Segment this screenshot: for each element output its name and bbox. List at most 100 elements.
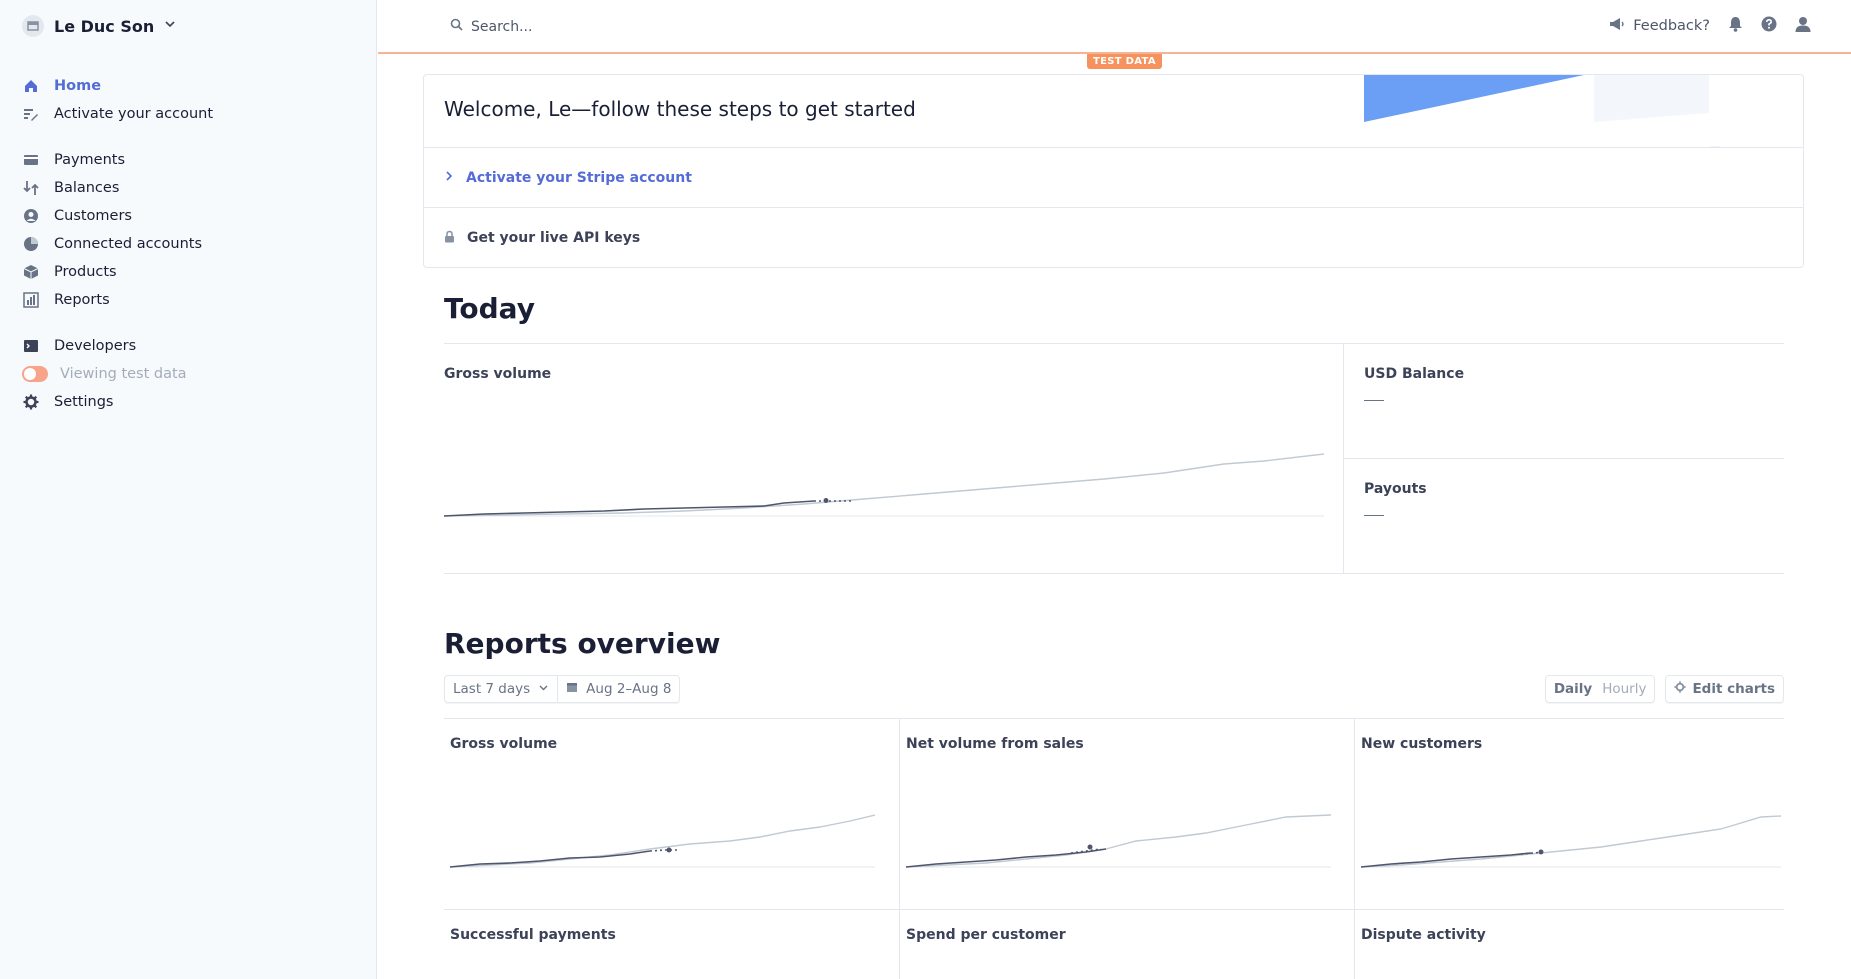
chevron-down-icon xyxy=(538,681,549,697)
reports-heading: Reports overview xyxy=(444,627,721,660)
gross-volume-label: Gross volume xyxy=(444,366,552,382)
step-activate-account[interactable]: Activate your Stripe account xyxy=(424,148,1803,208)
account-switcher[interactable]: Le Duc Son xyxy=(22,14,176,38)
balances-icon xyxy=(22,179,40,197)
gross-volume-panel[interactable]: Gross volume xyxy=(444,344,1344,573)
sidebar-item-reports[interactable]: Reports xyxy=(22,286,352,314)
sidebar-item-test-data-toggle[interactable]: Viewing test data xyxy=(22,360,352,388)
step-api-keys[interactable]: Get your live API keys xyxy=(424,208,1803,267)
report-card-new-customers[interactable]: New customers xyxy=(1355,719,1784,910)
search-icon xyxy=(450,18,463,35)
account-name: Le Duc Son xyxy=(54,16,155,36)
gear-icon xyxy=(1674,681,1687,697)
payouts-label: Payouts xyxy=(1364,481,1427,497)
sidebar-item-connected-accounts[interactable]: Connected accounts xyxy=(22,230,352,258)
report-card-net-volume[interactable]: Net volume from sales xyxy=(900,719,1355,910)
step-label: Get your live API keys xyxy=(467,230,641,246)
calendar-icon xyxy=(566,681,578,697)
sidebar-item-customers[interactable]: Customers xyxy=(22,202,352,230)
report-card-title: Gross volume xyxy=(450,736,558,752)
date-range-label: Aug 2–Aug 8 xyxy=(586,681,672,697)
daily-option[interactable]: Daily xyxy=(1554,681,1592,697)
report-sparkline xyxy=(906,814,1331,868)
date-range-picker[interactable]: Aug 2–Aug 8 xyxy=(557,676,679,702)
report-card-gross-volume[interactable]: Gross volume xyxy=(444,719,900,910)
sidebar-item-payments[interactable]: Payments xyxy=(22,146,352,174)
today-heading: Today xyxy=(444,292,535,325)
connected-accounts-icon xyxy=(22,235,40,253)
sidebar-item-label: Settings xyxy=(54,394,114,410)
date-filters: Last 7 days Aug 2–Aug 8 xyxy=(444,675,681,703)
help-icon[interactable] xyxy=(1761,16,1777,36)
sidebar-item-label: Home xyxy=(54,78,102,94)
usd-balance-label: USD Balance xyxy=(1364,366,1465,382)
chevron-down-icon xyxy=(164,18,176,34)
edit-charts-button[interactable]: Edit charts xyxy=(1665,675,1784,703)
edit-charts-label: Edit charts xyxy=(1692,681,1775,697)
report-card-dispute-activity[interactable]: Dispute activity xyxy=(1355,910,1784,979)
today-section: Gross volume USD Balance Payouts xyxy=(444,343,1784,574)
sidebar-item-label: Reports xyxy=(54,292,110,308)
sidebar-item-label: Connected accounts xyxy=(54,236,203,252)
sidebar-item-developers[interactable]: Developers xyxy=(22,332,352,360)
range-select[interactable]: Last 7 days xyxy=(445,676,557,702)
reports-icon xyxy=(22,291,40,309)
products-icon xyxy=(22,263,40,281)
search-placeholder: Search... xyxy=(471,18,533,35)
report-card-spend-per-customer[interactable]: Spend per customer xyxy=(900,910,1355,979)
customers-icon xyxy=(22,207,40,225)
welcome-title: Welcome, Le—follow these steps to get st… xyxy=(444,97,916,121)
sidebar-item-activate-account[interactable]: Activate your account xyxy=(22,100,352,128)
chevron-right-icon xyxy=(444,170,454,186)
report-sparkline xyxy=(450,814,875,868)
sidebar-item-products[interactable]: Products xyxy=(22,258,352,286)
report-sparkline xyxy=(1361,815,1781,868)
report-card-title: Spend per customer xyxy=(906,927,1066,943)
sidebar-item-label: Viewing test data xyxy=(60,366,187,382)
sidebar-item-label: Customers xyxy=(54,208,132,224)
home-icon xyxy=(22,77,40,95)
sidebar-item-label: Activate your account xyxy=(54,106,214,122)
hourly-option[interactable]: Hourly xyxy=(1602,681,1646,697)
gross-volume-sparkline xyxy=(444,453,1324,517)
lock-icon xyxy=(444,230,455,247)
reports-grid: Gross volume Net volume from sales New c… xyxy=(444,718,1784,979)
store-icon xyxy=(22,15,44,37)
sidebar-item-balances[interactable]: Balances xyxy=(22,174,352,202)
report-card-successful-payments[interactable]: Successful payments xyxy=(444,910,900,979)
bell-icon[interactable] xyxy=(1728,16,1743,36)
gear-icon xyxy=(22,393,40,411)
sidebar-item-label: Developers xyxy=(54,338,137,354)
topbar: Search... Feedback? xyxy=(378,0,1851,54)
step-label: Activate your Stripe account xyxy=(466,169,692,186)
payouts-panel[interactable]: Payouts xyxy=(1344,459,1784,574)
payouts-value-empty xyxy=(1364,515,1384,516)
report-card-title: Successful payments xyxy=(450,927,616,943)
usd-balance-value-empty xyxy=(1364,400,1384,401)
sidebar-nav: Home Activate your account Payments Bala… xyxy=(22,72,352,416)
edit-list-icon xyxy=(22,105,40,123)
feedback-button[interactable]: Feedback? xyxy=(1609,17,1710,35)
test-data-badge: TEST DATA xyxy=(1087,54,1162,69)
user-icon[interactable] xyxy=(1795,16,1811,36)
report-card-title: Dispute activity xyxy=(1361,927,1486,943)
interval-toggle: Daily Hourly xyxy=(1544,675,1656,703)
sidebar-item-label: Payments xyxy=(54,152,126,168)
terminal-icon xyxy=(22,337,40,355)
report-card-title: Net volume from sales xyxy=(906,736,1084,752)
range-label: Last 7 days xyxy=(453,681,531,697)
report-card-title: New customers xyxy=(1361,736,1483,752)
sidebar-item-label: Products xyxy=(54,264,117,280)
search-input[interactable]: Search... xyxy=(450,18,532,35)
usd-balance-panel[interactable]: USD Balance xyxy=(1344,344,1784,459)
test-data-toggle[interactable] xyxy=(22,366,48,382)
megaphone-icon xyxy=(1609,17,1625,35)
sidebar: Le Duc Son Home Activate your account Pa… xyxy=(0,0,377,979)
sidebar-item-settings[interactable]: Settings xyxy=(22,388,352,416)
welcome-card: Welcome, Le—follow these steps to get st… xyxy=(423,74,1804,268)
feedback-label: Feedback? xyxy=(1633,18,1710,34)
sidebar-item-home[interactable]: Home xyxy=(22,72,352,100)
sidebar-item-label: Balances xyxy=(54,180,120,196)
decorative-graphic xyxy=(1364,75,1720,148)
payments-icon xyxy=(22,151,40,169)
